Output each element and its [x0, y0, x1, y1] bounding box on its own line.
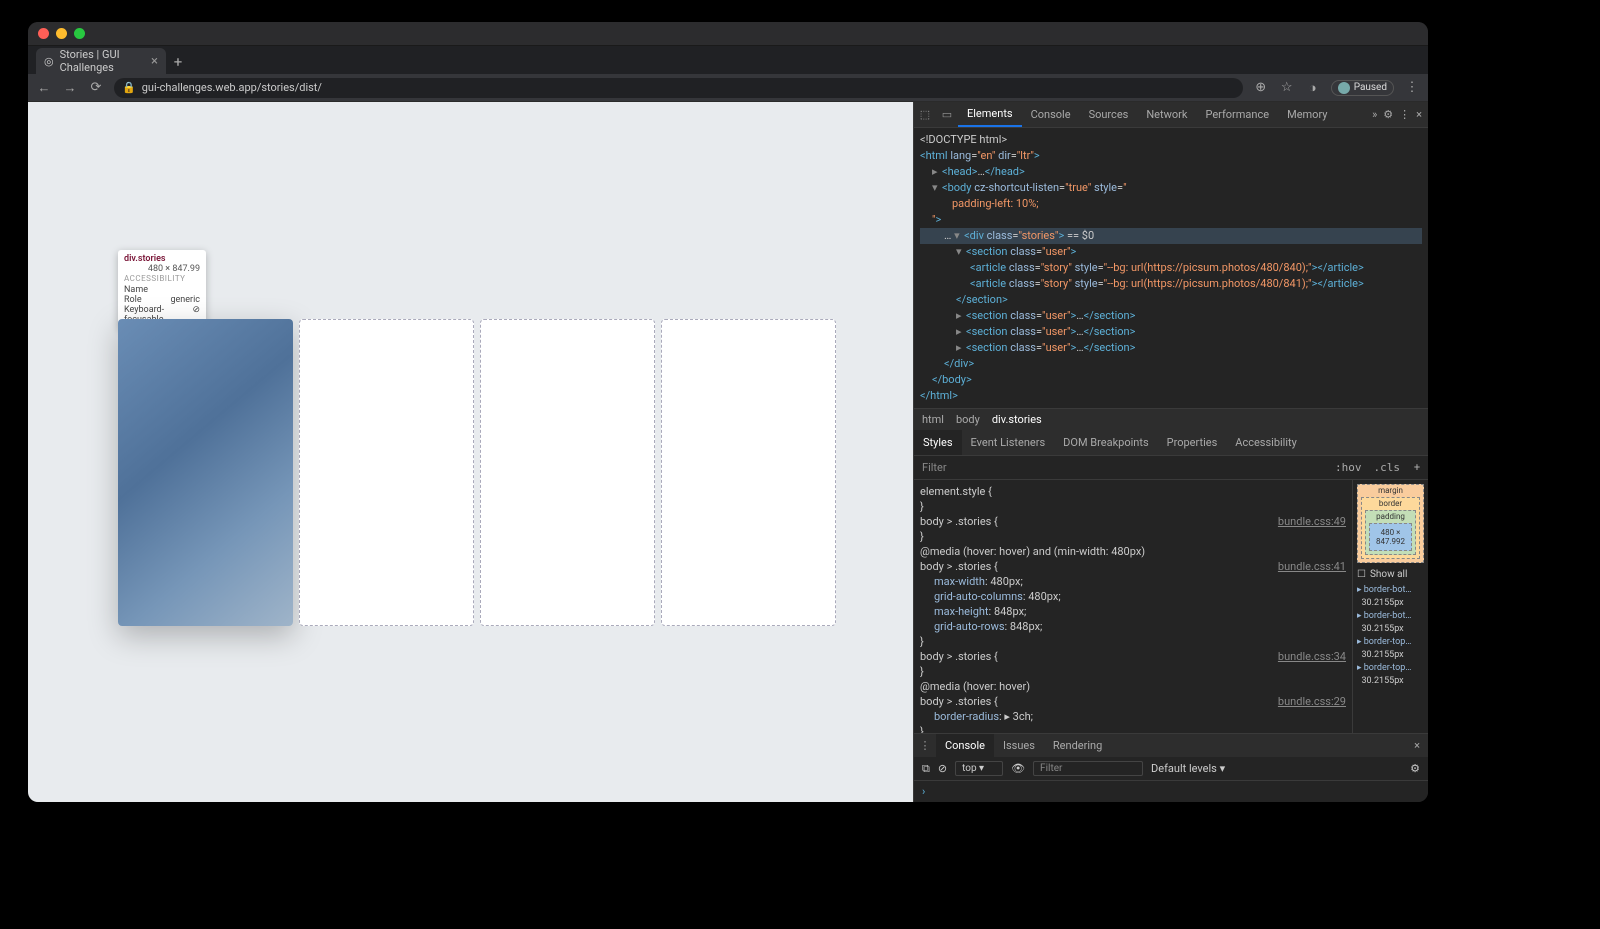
tab-elements[interactable]: Elements — [958, 102, 1022, 127]
search-icon[interactable]: ⊕ — [1253, 80, 1269, 95]
story-card[interactable] — [661, 319, 836, 626]
clear-console-icon[interactable]: ⊘ — [938, 762, 947, 775]
url-text: gui-challenges.web.app/stories/dist/ — [142, 81, 322, 94]
computed-row: ▸ border-bot… 30.2155px — [1357, 610, 1424, 636]
traffic-lights — [38, 28, 85, 39]
computed-row: ▸ border-top… 30.2155px — [1357, 662, 1424, 688]
styles-rules[interactable]: element.style { } body > .stories {bundl… — [914, 480, 1352, 733]
console-toolbar: ⧉ ⊘ top ▾ 👁 Filter Default levels ▾ ⚙ — [914, 757, 1428, 781]
crumb[interactable]: html — [922, 413, 944, 426]
story-card[interactable] — [480, 319, 655, 626]
computed-row: ▸ border-bot… 30.2155px — [1357, 584, 1424, 610]
star-icon[interactable]: ☆ — [1279, 80, 1295, 95]
new-style-rule-icon[interactable]: + — [1406, 461, 1428, 474]
toolbar-right: ⊕ ☆ ◑ Paused ⋮ — [1253, 80, 1420, 96]
styles-filter-row: Filter :hov .cls + — [914, 456, 1428, 480]
console-filter-input[interactable]: Filter — [1033, 761, 1143, 776]
context-selector[interactable]: top ▾ — [955, 761, 1003, 776]
devtools-panel: ⬚ ▭ Elements Console Sources Network Per… — [913, 102, 1428, 802]
box-model: margin border padding 480 × 847.992 — [1353, 480, 1428, 567]
tab-accessibility[interactable]: Accessibility — [1226, 430, 1306, 455]
close-devtools-icon[interactable]: × — [1416, 108, 1422, 121]
maximize-window-icon[interactable] — [74, 28, 85, 39]
close-tab-icon[interactable]: × — [151, 54, 158, 69]
element-tooltip: div.stories480 × 847.99 ACCESSIBILITY Na… — [118, 250, 206, 329]
dom-tree[interactable]: <!DOCTYPE html> <html lang="en" dir="ltr… — [914, 128, 1428, 408]
tab-memory[interactable]: Memory — [1278, 102, 1336, 127]
more-tabs-icon[interactable]: » — [1372, 108, 1377, 121]
console-sidebar-icon[interactable]: ⧉ — [922, 762, 930, 776]
tab-title: Stories | GUI Challenges — [60, 48, 145, 74]
tab-console[interactable]: Console — [1022, 102, 1080, 127]
tab-network[interactable]: Network — [1137, 102, 1196, 127]
menu-icon[interactable]: ⋮ — [1404, 80, 1420, 95]
rendered-page: div.stories480 × 847.99 ACCESSIBILITY Na… — [28, 102, 913, 802]
log-levels-selector[interactable]: Default levels ▾ — [1151, 762, 1225, 775]
crumb[interactable]: div.stories — [992, 413, 1042, 426]
tooltip-row: Name — [124, 285, 200, 295]
url-input[interactable]: 🔒 gui-challenges.web.app/stories/dist/ — [114, 78, 1243, 98]
new-tab-button[interactable]: + — [166, 50, 190, 74]
box-margin: margin border padding 480 × 847.992 — [1357, 484, 1424, 563]
profile-button[interactable]: Paused — [1331, 80, 1394, 96]
styles-body: element.style { } body > .stories {bundl… — [914, 480, 1428, 733]
browser-tab[interactable]: ◎ Stories | GUI Challenges × — [36, 48, 166, 74]
forward-icon[interactable]: → — [62, 80, 78, 96]
computed-list: ▸ border-bot… 30.2155px ▸ border-bot… 30… — [1353, 582, 1428, 690]
back-icon[interactable]: ← — [36, 80, 52, 96]
dom-breadcrumb[interactable]: html body div.stories — [914, 408, 1428, 430]
drawer-tab-issues[interactable]: Issues — [994, 734, 1044, 757]
tab-properties[interactable]: Properties — [1158, 430, 1227, 455]
tab-favicon-icon: ◎ — [44, 55, 54, 68]
computed-sidebar: margin border padding 480 × 847.992 ☐Sho… — [1352, 480, 1428, 733]
kebab-icon[interactable]: ⋮ — [1399, 108, 1410, 121]
devtools-tabbar: ⬚ ▭ Elements Console Sources Network Per… — [914, 102, 1428, 128]
tooltip-row: Rolegeneric — [124, 295, 200, 305]
console-drawer-tabs: ⋮ Console Issues Rendering × — [914, 733, 1428, 757]
tab-strip: ◎ Stories | GUI Challenges × + — [28, 46, 1428, 74]
reload-icon[interactable]: ⟳ — [88, 80, 104, 95]
titlebar — [28, 22, 1428, 46]
console-menu-icon[interactable]: ⋮ — [914, 739, 936, 752]
cls-toggle[interactable]: .cls — [1368, 461, 1407, 474]
styles-filter-input[interactable]: Filter — [914, 461, 1329, 474]
tab-styles[interactable]: Styles — [914, 430, 962, 455]
computed-row: ▸ border-top… 30.2155px — [1357, 636, 1424, 662]
stories-container — [118, 319, 836, 626]
avatar-icon — [1338, 82, 1350, 94]
lock-icon: 🔒 — [122, 81, 136, 94]
box-border: border padding 480 × 847.992 — [1361, 497, 1420, 559]
drawer-tab-console[interactable]: Console — [936, 734, 994, 757]
tab-sources[interactable]: Sources — [1080, 102, 1138, 127]
tooltip-dimensions: 480 × 847.99 — [148, 264, 200, 274]
inspect-icon[interactable]: ⬚ — [914, 108, 936, 121]
address-bar: ← → ⟳ 🔒 gui-challenges.web.app/stories/d… — [28, 74, 1428, 102]
tab-event-listeners[interactable]: Event Listeners — [962, 430, 1055, 455]
browser-window: ◎ Stories | GUI Challenges × + ← → ⟳ 🔒 g… — [28, 22, 1428, 802]
extension-icon[interactable]: ◑ — [1305, 80, 1321, 96]
hov-toggle[interactable]: :hov — [1329, 461, 1368, 474]
close-window-icon[interactable] — [38, 28, 49, 39]
show-all-toggle[interactable]: ☐Show all — [1353, 567, 1428, 582]
styles-tabbar: Styles Event Listeners DOM Breakpoints P… — [914, 430, 1428, 456]
drawer-tab-rendering[interactable]: Rendering — [1044, 734, 1111, 757]
content-area: div.stories480 × 847.99 ACCESSIBILITY Na… — [28, 102, 1428, 802]
console-prompt[interactable]: › — [914, 781, 1428, 802]
tab-dom-breakpoints[interactable]: DOM Breakpoints — [1054, 430, 1157, 455]
story-card[interactable] — [118, 319, 293, 626]
crumb[interactable]: body — [956, 413, 980, 426]
minimize-window-icon[interactable] — [56, 28, 67, 39]
tooltip-selector: div.stories — [124, 254, 166, 264]
device-toggle-icon[interactable]: ▭ — [936, 108, 958, 121]
story-card[interactable] — [299, 319, 474, 626]
close-drawer-icon[interactable]: × — [1406, 739, 1428, 752]
console-settings-icon[interactable]: ⚙ — [1410, 762, 1420, 775]
tab-performance[interactable]: Performance — [1196, 102, 1278, 127]
live-expr-icon[interactable]: 👁 — [1011, 762, 1025, 775]
settings-icon[interactable]: ⚙ — [1383, 108, 1393, 121]
box-padding: padding 480 × 847.992 — [1365, 510, 1416, 555]
box-content: 480 × 847.992 — [1369, 523, 1412, 551]
